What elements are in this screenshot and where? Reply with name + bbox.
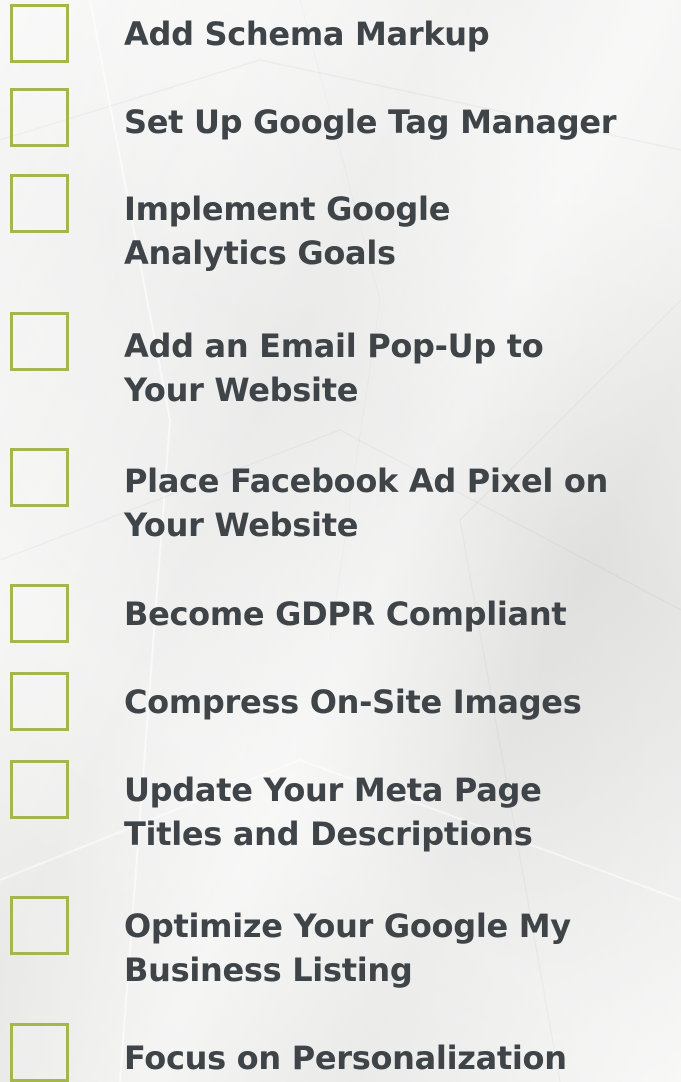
checklist-item-label: Add an Email Pop-Up to Your Website	[124, 327, 544, 409]
checkbox[interactable]	[10, 1023, 69, 1082]
checklist-item-label: Become GDPR Compliant	[124, 595, 567, 633]
checklist-item-label: Add Schema Markup	[124, 15, 490, 53]
checklist-item-label: Update Your Meta Page Titles and Descrip…	[124, 771, 542, 853]
checkbox[interactable]	[10, 584, 69, 643]
checkbox[interactable]	[10, 88, 69, 147]
checklist-item-label: Compress On-Site Images	[124, 683, 582, 721]
checklist: Add Schema Markup Set Up Google Tag Mana…	[0, 0, 681, 1082]
checkbox[interactable]	[10, 174, 69, 233]
checkbox[interactable]	[10, 448, 69, 507]
checkbox[interactable]	[10, 312, 69, 371]
checkbox[interactable]	[10, 672, 69, 731]
checklist-item-label: Implement Google Analytics Goals	[124, 190, 451, 272]
checklist-item-label: Optimize Your Google My Business Listing	[124, 907, 571, 989]
checkbox[interactable]	[10, 4, 69, 63]
checkbox[interactable]	[10, 760, 69, 819]
checkbox[interactable]	[10, 896, 69, 955]
checklist-item-label: Focus on Personalization	[124, 1039, 567, 1077]
checklist-item-label: Set Up Google Tag Manager	[124, 103, 617, 141]
checklist-item-label: Place Facebook Ad Pixel on Your Website	[124, 462, 609, 544]
